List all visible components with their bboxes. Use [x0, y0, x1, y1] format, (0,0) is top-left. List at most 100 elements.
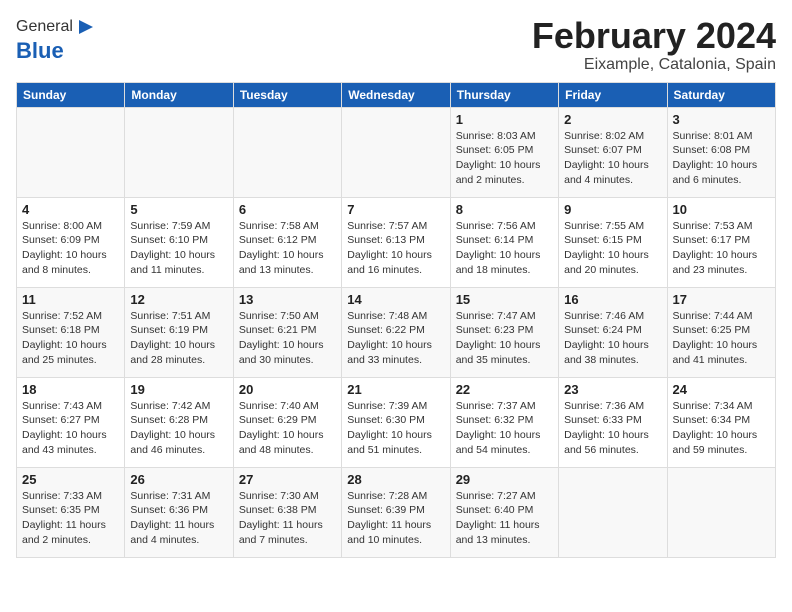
weekday-header-cell: Monday — [125, 82, 233, 107]
calendar-day-cell: 3Sunrise: 8:01 AM Sunset: 6:08 PM Daylig… — [667, 107, 775, 197]
calendar-day-cell: 18 Sunrise: 7:43 AM Sunset: 6:27 PM Dayli… — [17, 377, 125, 467]
calendar-day-cell: 16 Sunrise: 7:46 AM Sunset: 6:24 PM Dayli… — [559, 287, 667, 377]
calendar-week-row: 4 Sunrise: 8:00 AM Sunset: 6:09 PM Daylig… — [17, 197, 776, 287]
day-info: Sunrise: 7:47 AM Sunset: 6:23 PM Dayligh… — [456, 309, 553, 368]
day-info: Sunrise: 7:56 AM Sunset: 6:14 PM Dayligh… — [456, 219, 553, 278]
calendar-day-cell: 27 Sunrise: 7:30 AM Sunset: 6:38 PM Dayli… — [233, 467, 341, 557]
day-info: Sunrise: 7:44 AM Sunset: 6:25 PM Dayligh… — [673, 309, 770, 368]
calendar-day-cell — [233, 107, 341, 197]
calendar-day-cell: 1 Sunrise: 8:03 AM Sunset: 6:05 PM Daylig… — [450, 107, 558, 197]
day-info: Sunrise: 7:58 AM Sunset: 6:12 PM Dayligh… — [239, 219, 336, 278]
weekday-header-cell: Saturday — [667, 82, 775, 107]
calendar-day-cell — [342, 107, 450, 197]
calendar-day-cell: 14 Sunrise: 7:48 AM Sunset: 6:22 PM Dayli… — [342, 287, 450, 377]
day-number: 12 — [130, 292, 227, 307]
day-number: 17 — [673, 292, 770, 307]
day-number: 29 — [456, 472, 553, 487]
day-info: Sunrise: 7:27 AM Sunset: 6:40 PM Dayligh… — [456, 489, 553, 548]
day-number: 4 — [22, 202, 119, 217]
title-area: February 2024 Eixample, Catalonia, Spain — [532, 16, 776, 74]
logo-general-text: General — [16, 18, 73, 36]
location-title: Eixample, Catalonia, Spain — [532, 56, 776, 74]
day-number: 8 — [456, 202, 553, 217]
day-info: Sunrise: 7:42 AM Sunset: 6:28 PM Dayligh… — [130, 399, 227, 458]
day-info: Sunrise: 7:40 AM Sunset: 6:29 PM Dayligh… — [239, 399, 336, 458]
header: General Blue February 2024 Eixample, Cat… — [16, 16, 776, 74]
calendar-day-cell: 20 Sunrise: 7:40 AM Sunset: 6:29 PM Dayli… — [233, 377, 341, 467]
calendar-day-cell: 28 Sunrise: 7:28 AM Sunset: 6:39 PM Dayli… — [342, 467, 450, 557]
day-info: Sunrise: 7:46 AM Sunset: 6:24 PM Dayligh… — [564, 309, 661, 368]
day-info: Sunrise: 7:39 AM Sunset: 6:30 PM Dayligh… — [347, 399, 444, 458]
logo-blue-text: Blue — [16, 38, 64, 63]
calendar-body: 1 Sunrise: 8:03 AM Sunset: 6:05 PM Daylig… — [17, 107, 776, 557]
calendar-day-cell: 12 Sunrise: 7:51 AM Sunset: 6:19 PM Dayli… — [125, 287, 233, 377]
day-info: Sunrise: 7:50 AM Sunset: 6:21 PM Dayligh… — [239, 309, 336, 368]
day-number: 27 — [239, 472, 336, 487]
calendar-day-cell: 15 Sunrise: 7:47 AM Sunset: 6:23 PM Dayli… — [450, 287, 558, 377]
calendar-day-cell: 9 Sunrise: 7:55 AM Sunset: 6:15 PM Daylig… — [559, 197, 667, 287]
calendar-day-cell: 6 Sunrise: 7:58 AM Sunset: 6:12 PM Daylig… — [233, 197, 341, 287]
day-info: Sunrise: 8:02 AM Sunset: 6:07 PM Dayligh… — [564, 129, 661, 188]
day-info: Sunrise: 7:28 AM Sunset: 6:39 PM Dayligh… — [347, 489, 444, 548]
calendar-day-cell: 19 Sunrise: 7:42 AM Sunset: 6:28 PM Dayli… — [125, 377, 233, 467]
day-info: Sunrise: 7:30 AM Sunset: 6:38 PM Dayligh… — [239, 489, 336, 548]
day-number: 16 — [564, 292, 661, 307]
calendar-day-cell — [667, 467, 775, 557]
day-number: 9 — [564, 202, 661, 217]
calendar-day-cell: 8 Sunrise: 7:56 AM Sunset: 6:14 PM Daylig… — [450, 197, 558, 287]
day-number: 10 — [673, 202, 770, 217]
day-number: 6 — [239, 202, 336, 217]
calendar-day-cell: 10Sunrise: 7:53 AM Sunset: 6:17 PM Dayli… — [667, 197, 775, 287]
calendar-day-cell: 13 Sunrise: 7:50 AM Sunset: 6:21 PM Dayli… — [233, 287, 341, 377]
logo-flag-icon — [75, 16, 97, 38]
day-number: 28 — [347, 472, 444, 487]
day-info: Sunrise: 7:48 AM Sunset: 6:22 PM Dayligh… — [347, 309, 444, 368]
day-info: Sunrise: 8:00 AM Sunset: 6:09 PM Dayligh… — [22, 219, 119, 278]
weekday-header-cell: Wednesday — [342, 82, 450, 107]
day-info: Sunrise: 7:33 AM Sunset: 6:35 PM Dayligh… — [22, 489, 119, 548]
day-number: 25 — [22, 472, 119, 487]
calendar-day-cell: 22 Sunrise: 7:37 AM Sunset: 6:32 PM Dayli… — [450, 377, 558, 467]
calendar-day-cell — [17, 107, 125, 197]
calendar-day-cell — [125, 107, 233, 197]
day-number: 7 — [347, 202, 444, 217]
calendar-day-cell: 4 Sunrise: 8:00 AM Sunset: 6:09 PM Daylig… — [17, 197, 125, 287]
calendar-day-cell: 25 Sunrise: 7:33 AM Sunset: 6:35 PM Dayli… — [17, 467, 125, 557]
weekday-header-cell: Tuesday — [233, 82, 341, 107]
calendar-week-row: 11Sunrise: 7:52 AM Sunset: 6:18 PM Dayli… — [17, 287, 776, 377]
day-number: 18 — [22, 382, 119, 397]
day-number: 11 — [22, 292, 119, 307]
day-number: 1 — [456, 112, 553, 127]
day-number: 15 — [456, 292, 553, 307]
day-number: 24 — [673, 382, 770, 397]
day-number: 14 — [347, 292, 444, 307]
calendar-table: SundayMondayTuesdayWednesdayThursdayFrid… — [16, 82, 776, 558]
day-info: Sunrise: 7:55 AM Sunset: 6:15 PM Dayligh… — [564, 219, 661, 278]
weekday-header-cell: Sunday — [17, 82, 125, 107]
calendar-day-cell: 17 Sunrise: 7:44 AM Sunset: 6:25 PM Dayli… — [667, 287, 775, 377]
day-info: Sunrise: 8:03 AM Sunset: 6:05 PM Dayligh… — [456, 129, 553, 188]
calendar-week-row: 18 Sunrise: 7:43 AM Sunset: 6:27 PM Dayli… — [17, 377, 776, 467]
month-title: February 2024 — [532, 16, 776, 56]
calendar-day-cell: 24Sunrise: 7:34 AM Sunset: 6:34 PM Dayli… — [667, 377, 775, 467]
day-number: 26 — [130, 472, 227, 487]
calendar-day-cell: 29 Sunrise: 7:27 AM Sunset: 6:40 PM Dayli… — [450, 467, 558, 557]
calendar-day-cell: 2 Sunrise: 8:02 AM Sunset: 6:07 PM Daylig… — [559, 107, 667, 197]
day-info: Sunrise: 7:37 AM Sunset: 6:32 PM Dayligh… — [456, 399, 553, 458]
day-number: 13 — [239, 292, 336, 307]
calendar-day-cell: 5Sunrise: 7:59 AM Sunset: 6:10 PM Daylig… — [125, 197, 233, 287]
day-number: 2 — [564, 112, 661, 127]
day-number: 19 — [130, 382, 227, 397]
weekday-header-row: SundayMondayTuesdayWednesdayThursdayFrid… — [17, 82, 776, 107]
logo: General Blue — [16, 16, 97, 64]
day-number: 5 — [130, 202, 227, 217]
day-number: 21 — [347, 382, 444, 397]
day-info: Sunrise: 7:43 AM Sunset: 6:27 PM Dayligh… — [22, 399, 119, 458]
day-number: 22 — [456, 382, 553, 397]
weekday-header-cell: Friday — [559, 82, 667, 107]
day-number: 3 — [673, 112, 770, 127]
day-number: 23 — [564, 382, 661, 397]
day-info: Sunrise: 7:51 AM Sunset: 6:19 PM Dayligh… — [130, 309, 227, 368]
calendar-week-row: 25 Sunrise: 7:33 AM Sunset: 6:35 PM Dayli… — [17, 467, 776, 557]
day-number: 20 — [239, 382, 336, 397]
